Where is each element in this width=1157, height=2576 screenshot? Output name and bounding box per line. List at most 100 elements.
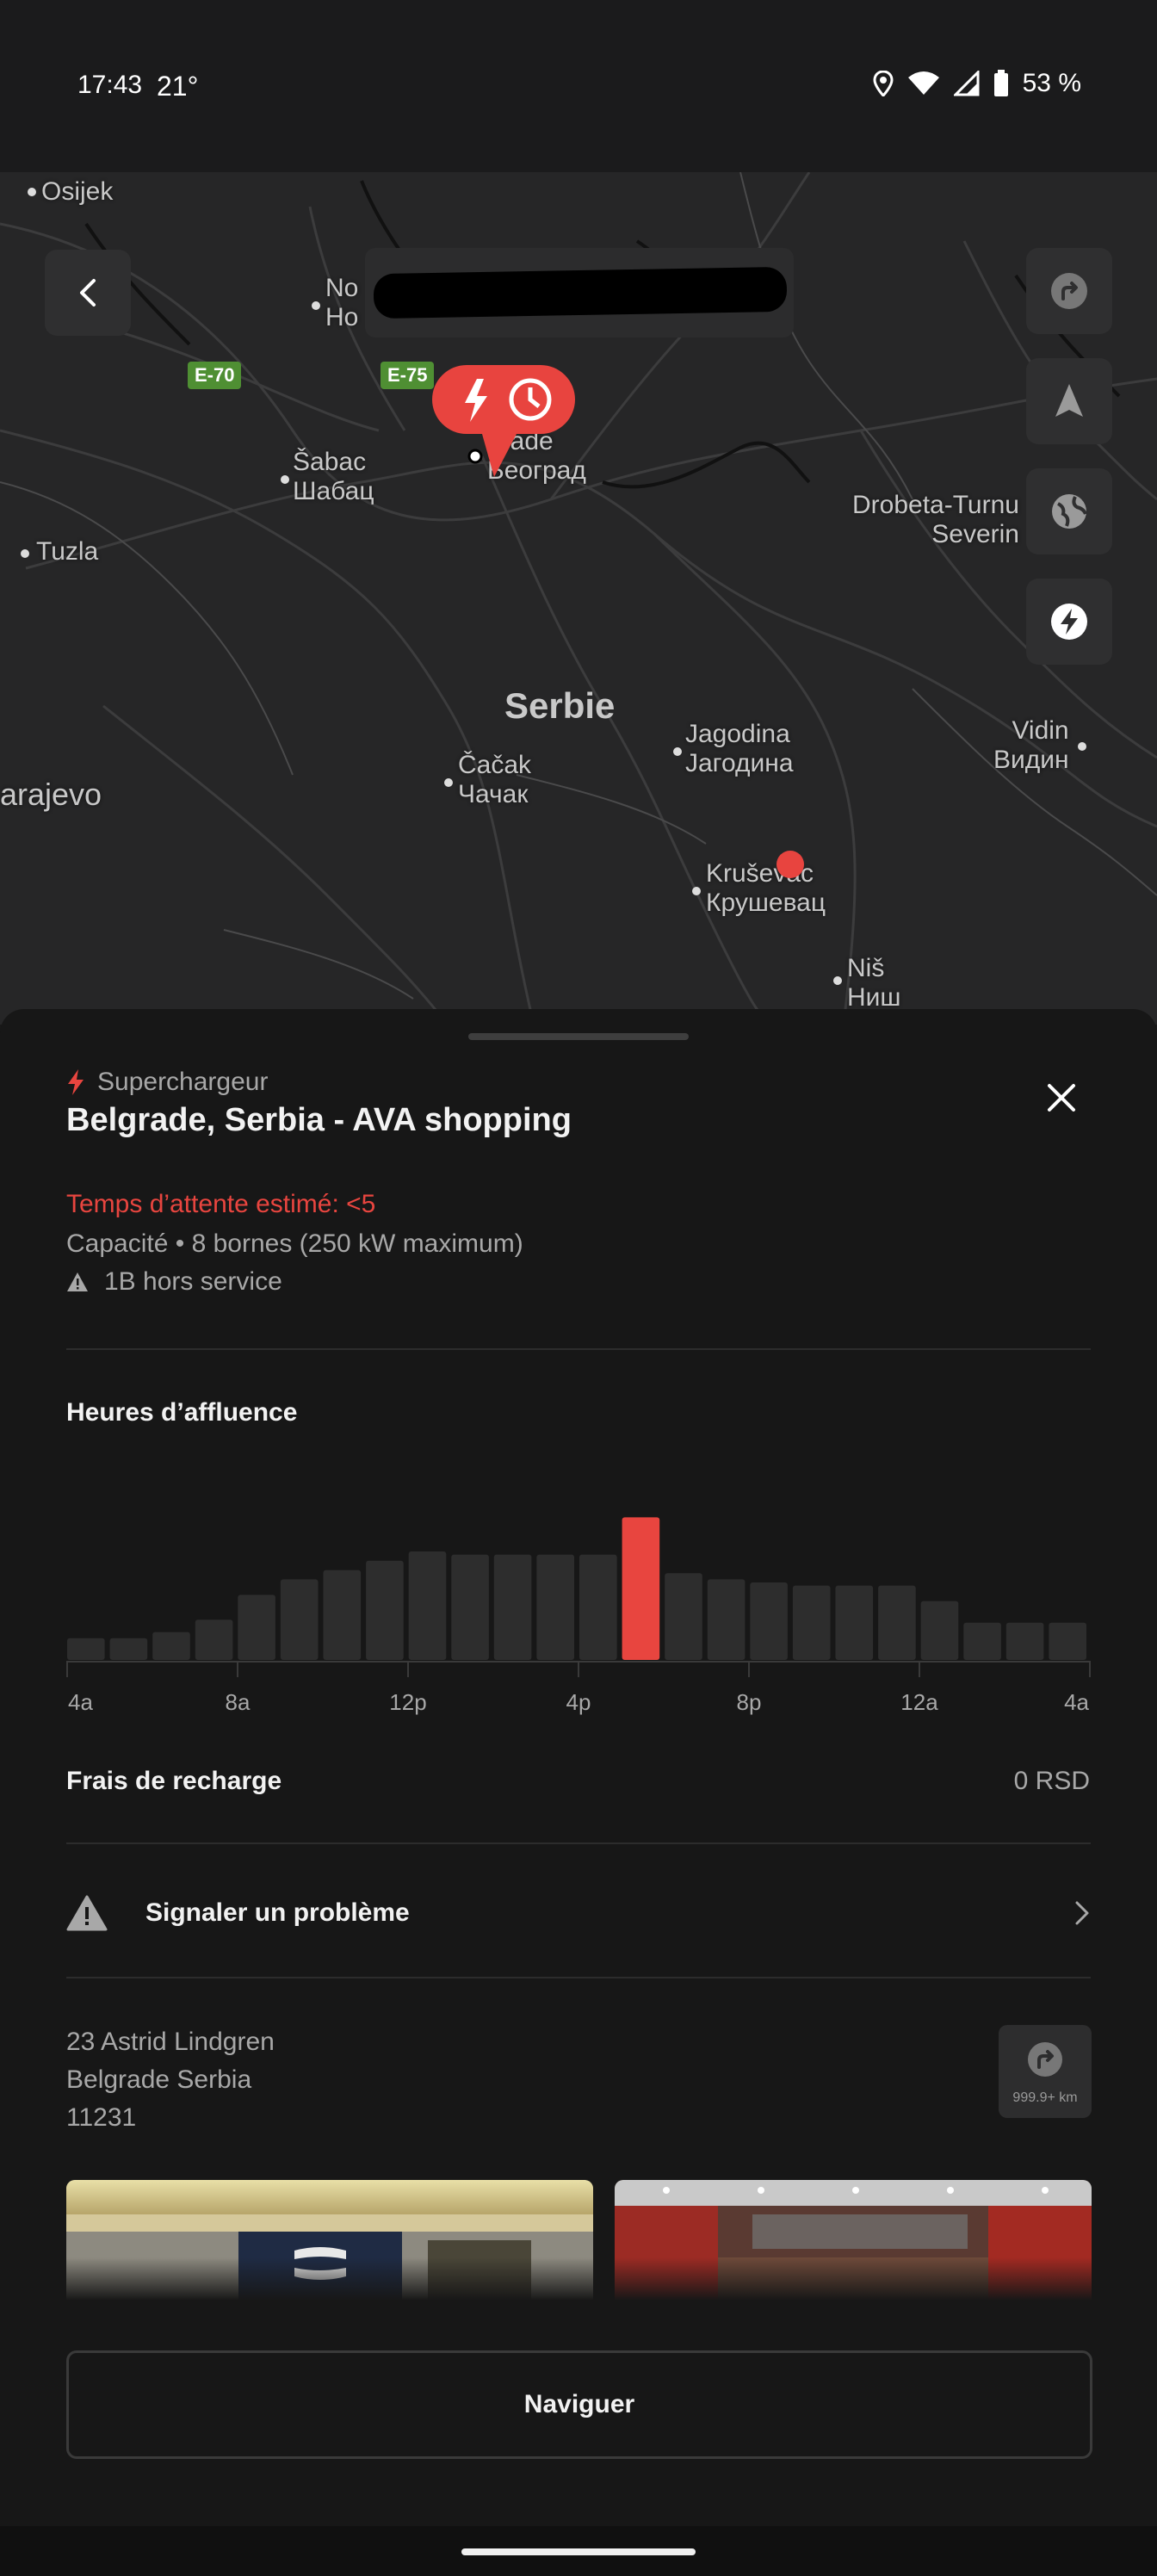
out-of-service-text: 1B hors service: [104, 1267, 282, 1296]
wifi-icon: [907, 71, 939, 95]
charger-details-sheet: Superchargeur Belgrade, Serbia - AVA sho…: [0, 1009, 1157, 2526]
chart-bar: [707, 1579, 746, 1660]
divider: [66, 1348, 1091, 1350]
city-label-drobeta: Drobeta-Turnu Severin: [852, 491, 1019, 548]
city-label-vidin: Vidin Видин: [993, 716, 1069, 774]
route-icon: [1028, 2042, 1062, 2077]
charger-filter-button[interactable]: [1026, 579, 1112, 665]
supercharger-pin[interactable]: [430, 363, 577, 492]
location-icon: [873, 71, 894, 96]
chart-tick-label: 12p: [389, 1689, 426, 1715]
city-marker: [281, 475, 289, 484]
city-label-sabac: Šabac Шабац: [293, 448, 374, 505]
city-label-nis: Niš Ниш: [847, 954, 901, 1012]
chart-tick-label: 8p: [737, 1689, 762, 1715]
directions-button[interactable]: 999.9+ km: [999, 2025, 1092, 2118]
city-label-jagodina: Jagodina Јагодина: [685, 720, 794, 777]
city-marker: [28, 188, 36, 196]
charger-location-marker[interactable]: [776, 851, 804, 878]
charger-type-label: Superchargeur: [97, 1068, 269, 1096]
globe-icon: [1052, 494, 1087, 529]
chart-bar: [1005, 1622, 1044, 1660]
report-problem-row[interactable]: Signaler un problème: [66, 1879, 1091, 1947]
chart-tick-label: 4p: [566, 1689, 591, 1715]
chart-bar: [280, 1579, 319, 1660]
region-label: Serbie: [504, 685, 616, 726]
redacted-area: [373, 266, 788, 319]
city-marker: [1078, 742, 1086, 751]
report-problem-label: Signaler un problème: [145, 1898, 410, 1927]
city-label-krusevac: Kruševac Крушевац: [706, 859, 826, 917]
chart-bar: [152, 1632, 190, 1660]
sheet-drag-handle[interactable]: [468, 1033, 689, 1040]
battery-percentage: 53 %: [1022, 69, 1081, 97]
city-marker: [833, 976, 842, 985]
chart-tick-label: 8a: [226, 1689, 251, 1715]
city-label-osijek: Osijek: [41, 177, 114, 206]
out-of-service-row: 1B hors service: [66, 1267, 282, 1297]
battery-icon: [993, 70, 1008, 96]
charging-fee-value: 0 RSD: [1013, 1767, 1090, 1795]
navigate-arrow-button[interactable]: [1026, 358, 1112, 444]
city-marker: [21, 549, 29, 558]
lightning-icon: [68, 1069, 84, 1095]
chart-bar: [109, 1638, 148, 1660]
chart-bar: [67, 1638, 105, 1660]
directions-distance: 999.9+ km: [1012, 2090, 1078, 2105]
search-bar[interactable]: [365, 248, 794, 337]
chart-bar: [408, 1551, 447, 1660]
chart-tick-label: 12a: [900, 1689, 938, 1715]
globe-button[interactable]: [1026, 468, 1112, 554]
status-temperature: 21°: [157, 71, 199, 102]
chart-bar: [792, 1585, 831, 1660]
close-button[interactable]: [1040, 1076, 1083, 1119]
chart-bar: [963, 1622, 1001, 1660]
wait-time: Temps d’attente estimé: <5: [66, 1190, 376, 1218]
divider: [66, 1977, 1091, 1978]
busy-hours-title: Heures d’affluence: [66, 1398, 298, 1427]
navigation-bar: [0, 2526, 1157, 2576]
city-marker: [312, 301, 320, 310]
city-label-tuzla: Tuzla: [36, 537, 99, 566]
road-shield-e70: E-70: [188, 362, 242, 389]
status-icons: 53 %: [873, 69, 1081, 98]
address: 23 Astrid Lindgren Belgrade Serbia 11231: [66, 2023, 275, 2137]
charger-title: Belgrade, Serbia - AVA shopping: [66, 1102, 572, 1138]
charger-type-row: Superchargeur: [66, 1068, 268, 1097]
address-line-2: Belgrade Serbia: [66, 2065, 252, 2094]
chart-bar: [878, 1585, 916, 1660]
navigate-button[interactable]: Naviguer: [66, 2350, 1092, 2459]
chart-bar: [238, 1595, 275, 1660]
chart-tick-label: 4a: [1064, 1689, 1089, 1715]
home-gesture-pill[interactable]: [461, 2548, 696, 2555]
signal-icon: [953, 71, 980, 96]
city-marker: [673, 747, 682, 756]
back-button[interactable]: [45, 250, 131, 336]
city-marker: [444, 778, 453, 787]
chart-bar: [1049, 1622, 1086, 1660]
chart-bar: [451, 1554, 489, 1660]
status-bar: 17:43 21° 53 %: [0, 0, 1157, 172]
chart-bar: [323, 1570, 362, 1660]
chart-bar-current-hour: [622, 1517, 660, 1660]
status-time: 17:43: [77, 71, 143, 99]
map-view[interactable]: Osijek No Ho Šabac Шабац Tuzla grade Бео…: [0, 172, 1157, 1025]
chart-bar: [536, 1554, 574, 1660]
close-icon: [1048, 1084, 1075, 1112]
chart-bar: [750, 1582, 788, 1660]
warning-icon: [67, 1273, 88, 1291]
chart-bar: [835, 1585, 874, 1660]
chart-tick-label: 4a: [68, 1689, 93, 1715]
chart-bar: [366, 1560, 404, 1660]
address-line-1: 23 Astrid Lindgren: [66, 2028, 275, 2056]
city-marker: [692, 887, 701, 895]
chart-bar: [493, 1554, 532, 1660]
back-icon: [80, 279, 96, 307]
location-photo-2[interactable]: [615, 2180, 1092, 2300]
chart-bar: [195, 1619, 233, 1660]
chevron-right-icon: [1075, 1901, 1089, 1925]
route-button[interactable]: [1026, 248, 1112, 334]
location-photo-1[interactable]: [66, 2180, 593, 2300]
busy-hours-chart: 4a 8a 12p 4p 8p 12a 4a: [66, 1517, 1091, 1715]
city-label-novi-sad: No Ho: [325, 274, 359, 331]
